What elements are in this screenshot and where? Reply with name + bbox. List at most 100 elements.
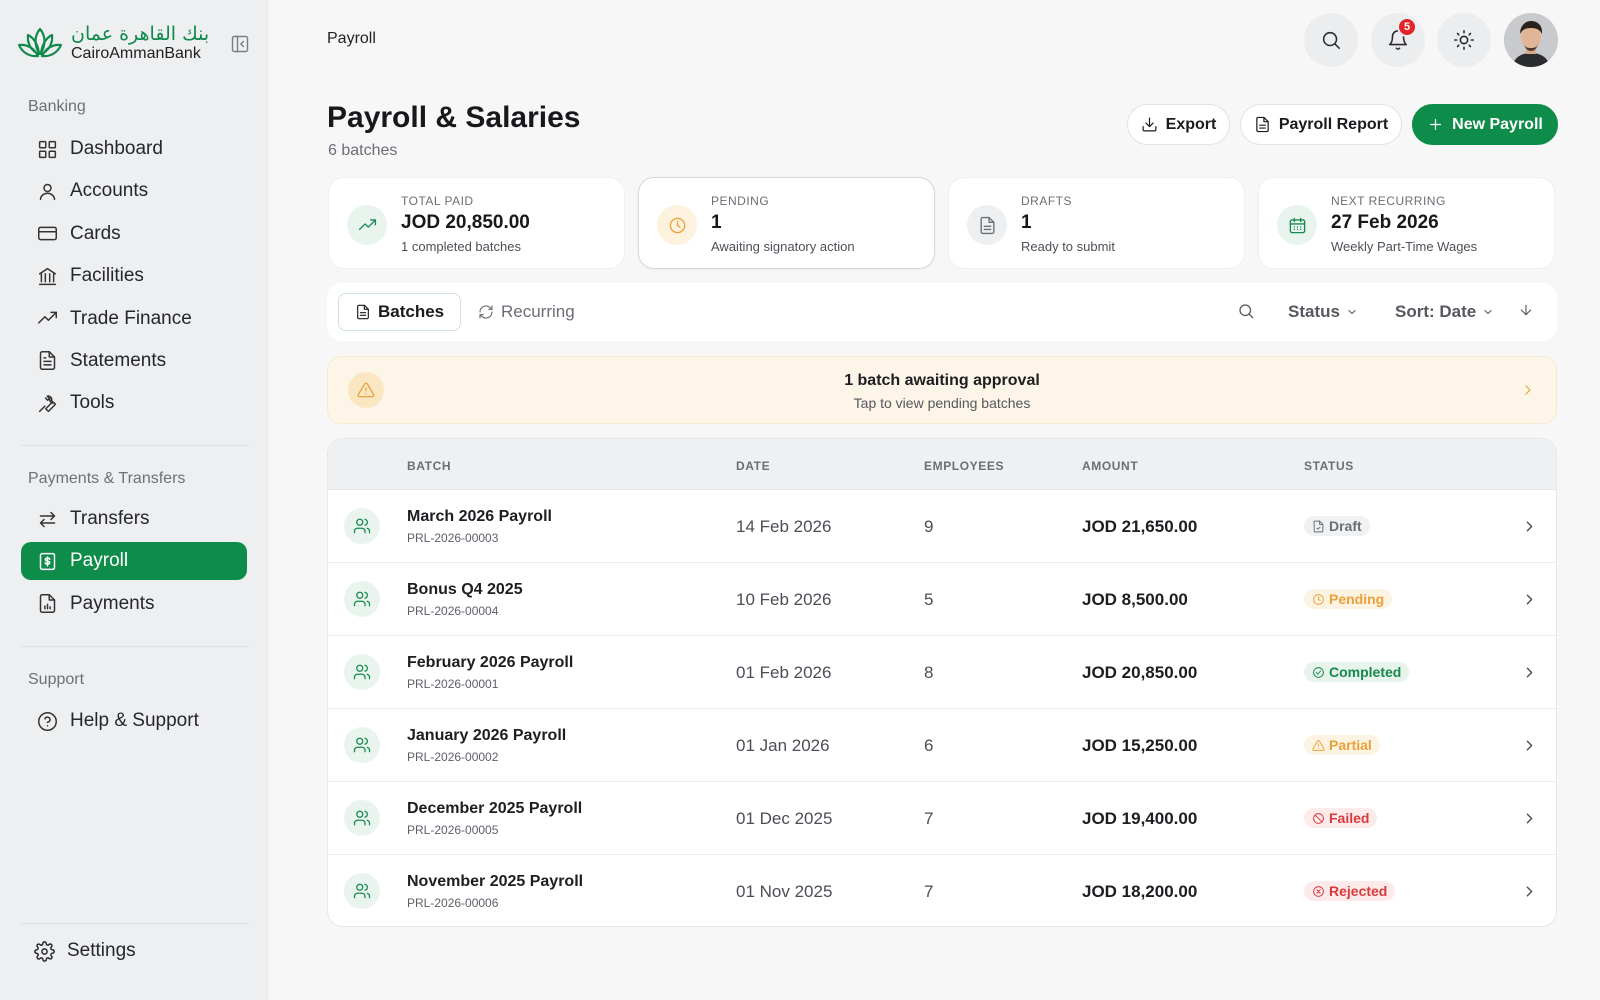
sort-label: Sort: Date — [1395, 302, 1477, 321]
tab-batches[interactable]: Batches — [338, 293, 462, 331]
batch-id: PRL-2026-00003 — [407, 531, 499, 545]
users-icon — [353, 664, 371, 680]
batch-date: 01 Dec 2025 — [736, 809, 833, 828]
stat-subtext: Weekly Part-Time Wages — [1331, 239, 1478, 254]
chevron-right-icon — [1526, 667, 1533, 678]
sidebar-item-trade-finance[interactable]: Trade Finance — [21, 300, 247, 338]
search-icon — [1322, 31, 1341, 50]
status-filter-dropdown[interactable]: Status — [1288, 302, 1358, 322]
stat-card-pending[interactable]: PENDING 1 Awaiting signatory action — [638, 177, 935, 269]
sidebar-item-statements[interactable]: Statements — [21, 342, 247, 380]
table-row[interactable]: March 2026 Payroll PRL-2026-00003 14 Feb 2… — [328, 490, 1556, 563]
batch-id: PRL-2026-00002 — [407, 750, 499, 764]
user-icon — [39, 183, 56, 201]
column-header-amount: AMOUNT — [1082, 459, 1139, 473]
export-button[interactable]: Export — [1127, 104, 1230, 145]
stat-value: 27 Feb 2026 — [1331, 212, 1439, 233]
status-label: Rejected — [1329, 883, 1388, 899]
sidebar-item-settings[interactable]: Settings — [34, 940, 136, 962]
row-chevron — [1521, 810, 1538, 827]
search-batches-button[interactable] — [1237, 302, 1255, 320]
nav-banking: Dashboard Accounts Cards Facilities Trad… — [21, 130, 247, 427]
user-avatar[interactable] — [1504, 13, 1558, 67]
tab-label: Recurring — [501, 302, 575, 321]
row-chevron — [1521, 591, 1538, 608]
batch-amount: JOD 8,500.00 — [1082, 590, 1188, 609]
stat-label: TOTAL PAID — [401, 194, 474, 208]
sidebar-item-label: Tools — [70, 392, 115, 414]
table-header: BATCH DATE EMPLOYEES AMOUNT STATUS — [328, 439, 1556, 490]
grid-icon — [38, 140, 57, 158]
sort-direction-button[interactable] — [1518, 302, 1534, 318]
wrench-icon — [38, 395, 57, 412]
alert-triangle-icon — [1312, 739, 1325, 751]
sidebar-item-accounts[interactable]: Accounts — [21, 172, 247, 210]
column-header-employees: EMPLOYEES — [924, 459, 1005, 473]
sidebar-item-transfers[interactable]: Transfers — [21, 500, 247, 538]
sidebar-item-label: Trade Finance — [70, 307, 192, 329]
sidebar-item-label: Cards — [70, 222, 121, 244]
card-icon-wrap — [967, 205, 1007, 245]
file-icon — [1313, 520, 1324, 532]
file-icon — [979, 216, 995, 234]
row-chevron — [1521, 737, 1538, 754]
batch-amount: JOD 18,200.00 — [1082, 882, 1198, 901]
chevron-right-icon — [1526, 521, 1533, 532]
batch-amount: JOD 20,850.00 — [1082, 663, 1198, 682]
sidebar-divider — [21, 646, 249, 647]
section-title-banking: Banking — [28, 98, 86, 115]
batch-date: 14 Feb 2026 — [736, 517, 832, 536]
stat-card-total-paid[interactable]: TOTAL PAID JOD 20,850.00 1 completed bat… — [328, 177, 625, 269]
table-row[interactable]: December 2025 Payroll PRL-2026-00005 01 De… — [328, 782, 1556, 855]
status-badge: Rejected — [1304, 881, 1396, 901]
tab-recurring[interactable]: Recurring — [462, 293, 591, 331]
collapse-sidebar-button[interactable] — [230, 34, 252, 56]
stat-card-drafts[interactable]: DRAFTS 1 Ready to submit — [948, 177, 1245, 269]
status-label: Partial — [1329, 737, 1372, 753]
sidebar-item-help-support[interactable]: Help & Support — [21, 702, 247, 740]
batch-amount: JOD 15,250.00 — [1082, 736, 1198, 755]
arrow-down-icon — [1520, 304, 1532, 316]
new-payroll-button[interactable]: New Payroll — [1412, 104, 1558, 145]
status-badge: Pending — [1304, 589, 1393, 609]
sidebar-item-label: Payments — [70, 592, 155, 614]
sidebar-item-cards[interactable]: Cards — [21, 215, 247, 253]
table-row[interactable]: November 2025 Payroll PRL-2026-00006 01 No… — [328, 855, 1556, 926]
chevron-right-icon — [1525, 385, 1531, 395]
chevron-right-icon — [1526, 813, 1533, 824]
card-icon-wrap — [347, 205, 387, 245]
batch-date: 01 Jan 2026 — [736, 736, 830, 755]
sidebar-item-payroll[interactable]: Payroll — [21, 542, 247, 581]
table-row[interactable]: February 2026 Payroll PRL-2026-00001 01 Fe… — [328, 636, 1556, 709]
pending-approval-alert[interactable]: 1 batch awaiting approval Tap to view pe… — [327, 356, 1557, 424]
notifications-button[interactable]: 5 — [1371, 13, 1425, 67]
sidebar-item-payments[interactable]: Payments — [21, 585, 247, 623]
sidebar-item-facilities[interactable]: Facilities — [21, 257, 247, 295]
batch-employees: 7 — [924, 882, 934, 901]
theme-toggle-button[interactable] — [1437, 13, 1491, 67]
brand-name-english: CairoAmmanBank — [71, 44, 201, 62]
batch-date: 01 Nov 2025 — [736, 882, 833, 901]
trending-up-icon — [358, 218, 376, 230]
sort-dropdown[interactable]: Sort: Date — [1395, 302, 1494, 322]
row-icon-wrap — [344, 508, 380, 544]
table-row[interactable]: January 2026 Payroll PRL-2026-00002 01 Jan… — [328, 709, 1556, 782]
sidebar-item-label: Facilities — [70, 265, 144, 287]
search-button[interactable] — [1304, 13, 1358, 67]
batch-id: PRL-2026-00006 — [407, 896, 499, 910]
nav-support: Help & Support — [21, 702, 247, 744]
payroll-report-button[interactable]: Payroll Report — [1240, 104, 1402, 145]
panel-left-close-icon — [231, 35, 249, 53]
nav-payments: Transfers Payroll Payments — [21, 500, 247, 627]
calendar-icon — [1289, 217, 1305, 233]
batch-id: PRL-2026-00001 — [407, 677, 499, 691]
sidebar-item-dashboard[interactable]: Dashboard — [21, 130, 247, 168]
bank-logo[interactable]: بنك القاهرة عمان CairoAmmanBank — [17, 24, 210, 62]
table-row[interactable]: Bonus Q4 2025 PRL-2026-00004 10 Feb 2026 5 J… — [328, 563, 1556, 636]
sidebar-divider — [21, 445, 249, 446]
batch-name: January 2026 Payroll — [407, 727, 567, 744]
sidebar-item-tools[interactable]: Tools — [21, 384, 247, 422]
stat-card-next-recurring[interactable]: NEXT RECURRING 27 Feb 2026 Weekly Part-T… — [1258, 177, 1555, 269]
clock-icon — [669, 217, 685, 233]
stat-subtext: 1 completed batches — [401, 239, 521, 254]
